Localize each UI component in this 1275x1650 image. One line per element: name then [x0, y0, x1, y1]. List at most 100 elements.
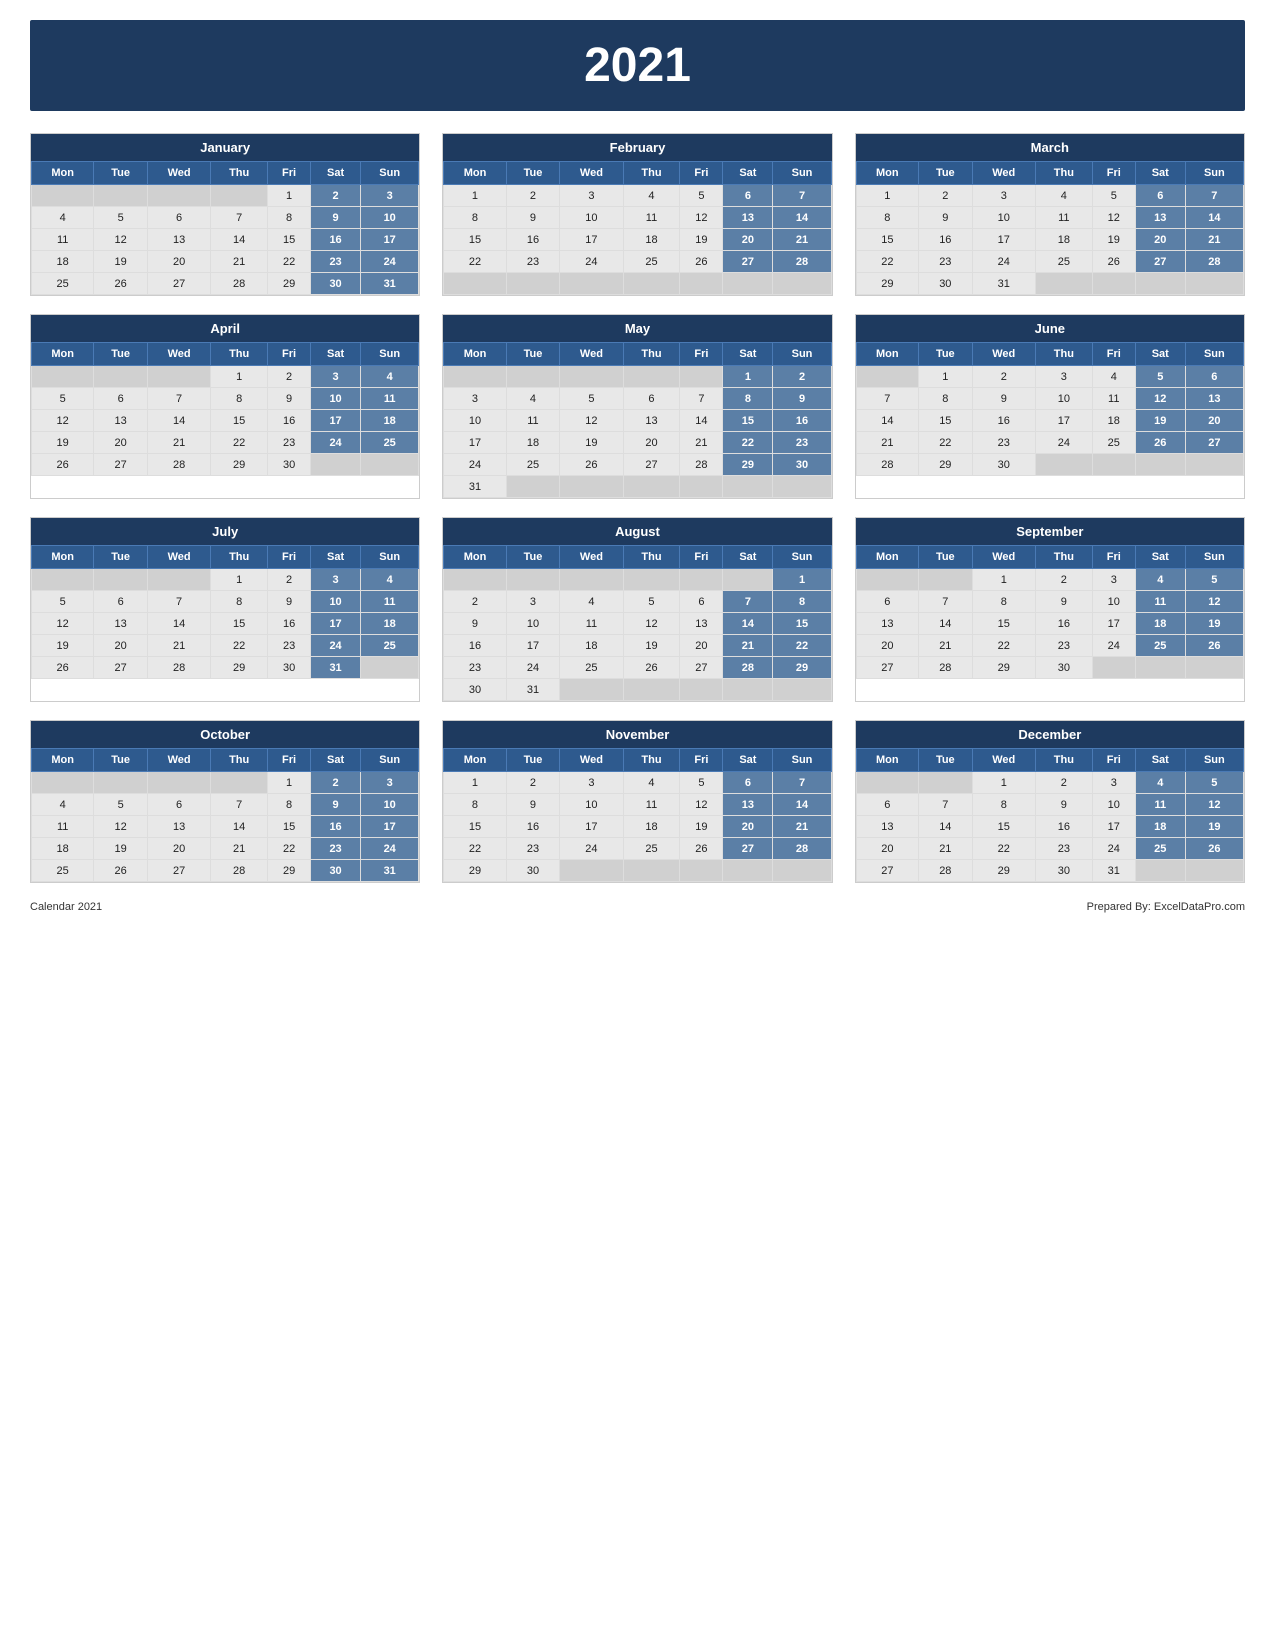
day-cell: 24	[361, 251, 419, 273]
day-cell: 7	[211, 794, 268, 816]
day-cell: 12	[94, 816, 148, 838]
day-cell	[680, 366, 723, 388]
day-cell: 15	[919, 410, 973, 432]
day-cell: 27	[94, 454, 148, 476]
day-cell: 18	[361, 410, 419, 432]
day-cell: 18	[506, 432, 560, 454]
day-cell: 21	[211, 838, 268, 860]
day-cell: 13	[147, 229, 210, 251]
day-cell: 20	[94, 432, 148, 454]
day-cell: 4	[506, 388, 560, 410]
day-header-mon: Mon	[856, 546, 918, 569]
day-cell	[723, 569, 773, 591]
day-cell: 20	[623, 432, 680, 454]
month-february: FebruaryMonTueWedThuFriSatSun12345678910…	[442, 133, 832, 296]
day-cell: 29	[211, 657, 268, 679]
day-header-thu: Thu	[211, 162, 268, 185]
day-cell: 3	[560, 772, 623, 794]
month-august: AugustMonTueWedThuFriSatSun1234567891011…	[442, 517, 832, 702]
day-cell: 25	[361, 432, 419, 454]
table-row: 21222324252627	[856, 432, 1243, 454]
day-cell: 9	[972, 388, 1035, 410]
day-cell: 5	[32, 591, 94, 613]
day-cell: 8	[444, 207, 506, 229]
day-header-fri: Fri	[1092, 162, 1135, 185]
day-cell: 26	[32, 657, 94, 679]
day-cell: 14	[147, 613, 210, 635]
day-cell	[1135, 657, 1185, 679]
day-cell: 7	[211, 207, 268, 229]
day-cell: 20	[147, 838, 210, 860]
month-april: AprilMonTueWedThuFriSatSun12345678910111…	[30, 314, 420, 499]
day-header-wed: Wed	[147, 343, 210, 366]
day-cell: 1	[268, 772, 311, 794]
day-cell: 26	[680, 251, 723, 273]
day-cell: 21	[919, 838, 973, 860]
day-cell: 9	[1035, 794, 1092, 816]
day-cell: 18	[623, 816, 680, 838]
day-header-sun: Sun	[1185, 546, 1243, 569]
day-header-sat: Sat	[311, 343, 361, 366]
table-row: 78910111213	[856, 388, 1243, 410]
table-row: 11121314151617	[32, 229, 419, 251]
table-row: 22232425262728	[444, 838, 831, 860]
day-cell: 17	[1092, 816, 1135, 838]
day-cell: 6	[723, 185, 773, 207]
day-cell: 14	[919, 816, 973, 838]
day-cell: 1	[972, 569, 1035, 591]
day-cell: 6	[623, 388, 680, 410]
day-cell: 26	[623, 657, 680, 679]
day-cell	[773, 860, 831, 882]
day-cell: 10	[1092, 794, 1135, 816]
day-cell	[32, 772, 94, 794]
day-cell: 4	[1135, 772, 1185, 794]
day-cell: 6	[680, 591, 723, 613]
day-cell: 23	[1035, 635, 1092, 657]
day-cell: 6	[856, 591, 918, 613]
day-cell: 6	[94, 388, 148, 410]
day-cell: 23	[311, 251, 361, 273]
day-cell: 7	[919, 591, 973, 613]
day-cell: 24	[444, 454, 506, 476]
day-cell: 16	[444, 635, 506, 657]
day-cell: 9	[506, 794, 560, 816]
day-cell	[32, 185, 94, 207]
day-cell	[1185, 860, 1243, 882]
day-cell: 9	[1035, 591, 1092, 613]
day-cell: 30	[311, 273, 361, 295]
day-cell: 15	[211, 613, 268, 635]
day-cell: 11	[32, 816, 94, 838]
day-cell: 13	[723, 207, 773, 229]
table-row: 1	[444, 569, 831, 591]
day-header-sat: Sat	[1135, 162, 1185, 185]
day-cell: 22	[268, 838, 311, 860]
day-header-tue: Tue	[919, 343, 973, 366]
day-cell: 1	[211, 569, 268, 591]
day-cell: 10	[311, 388, 361, 410]
month-table: MonTueWedThuFriSatSun1234567891011121314…	[443, 545, 831, 701]
footer: Calendar 2021 Prepared By: ExcelDataPro.…	[30, 901, 1245, 913]
day-cell: 9	[506, 207, 560, 229]
day-cell: 20	[1135, 229, 1185, 251]
day-cell: 29	[444, 860, 506, 882]
table-row: 262728293031	[32, 657, 419, 679]
day-cell	[856, 772, 918, 794]
table-row: 11121314151617	[32, 816, 419, 838]
month-table: MonTueWedThuFriSatSun1234567891011121314…	[31, 342, 419, 476]
day-header-thu: Thu	[211, 546, 268, 569]
day-header-tue: Tue	[94, 546, 148, 569]
day-cell: 4	[623, 185, 680, 207]
day-header-sat: Sat	[311, 162, 361, 185]
day-cell: 21	[773, 229, 831, 251]
table-row: 17181920212223	[444, 432, 831, 454]
day-cell: 27	[1185, 432, 1243, 454]
day-header-sun: Sun	[773, 749, 831, 772]
day-cell: 10	[311, 591, 361, 613]
table-row: 293031	[856, 273, 1243, 295]
day-cell: 20	[147, 251, 210, 273]
day-cell: 3	[444, 388, 506, 410]
month-title: February	[443, 134, 831, 161]
month-november: NovemberMonTueWedThuFriSatSun12345678910…	[442, 720, 832, 883]
day-cell	[919, 569, 973, 591]
day-cell: 4	[1092, 366, 1135, 388]
